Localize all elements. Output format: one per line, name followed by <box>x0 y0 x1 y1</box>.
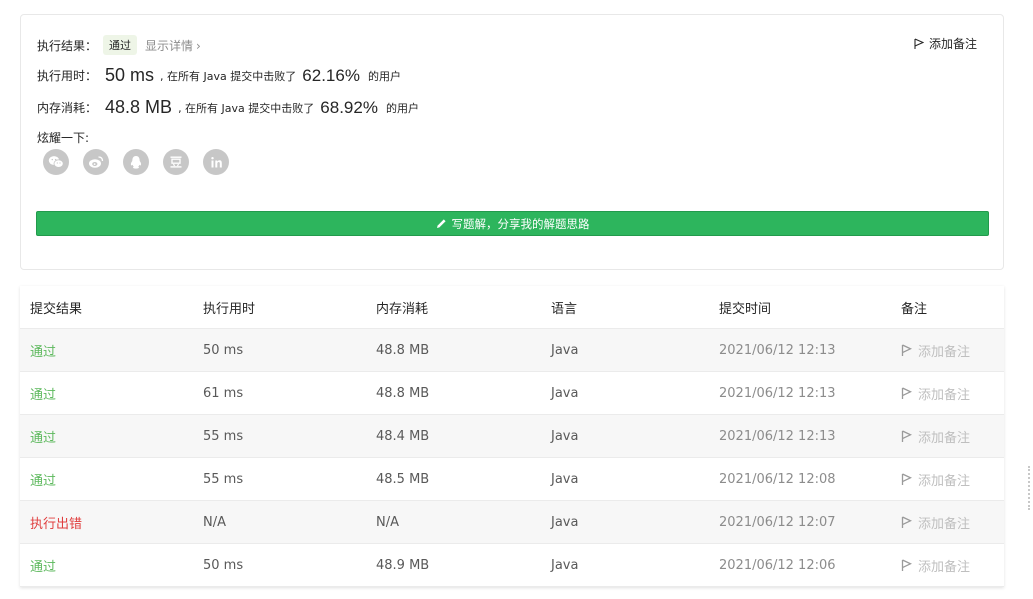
row-add-note-button[interactable]: 添加备注 <box>901 470 1004 489</box>
table-row: 通过 61 ms 48.8 MB Java 2021/06/12 12:13 添加备注 <box>20 372 1004 415</box>
linkedin-icon[interactable] <box>203 149 229 175</box>
row-runtime: 55 ms <box>203 428 244 444</box>
header-submit-time: 提交时间 <box>719 301 772 317</box>
runtime-row: 执行用时： 50 ms , 在所有 Java 提交中击败了 62.16% 的用户 <box>37 65 401 86</box>
row-language: Java <box>551 471 579 487</box>
show-details-link[interactable]: 显示详情 › <box>145 37 201 54</box>
table-row: 通过 55 ms 48.4 MB Java 2021/06/12 12:13 添加备注 <box>20 415 1004 458</box>
row-runtime: N/A <box>203 514 226 530</box>
row-runtime: 50 ms <box>203 557 244 573</box>
row-add-note-button[interactable]: 添加备注 <box>901 384 1004 403</box>
row-submit-time: 2021/06/12 12:13 <box>719 342 836 358</box>
row-status-link[interactable]: 通过 <box>20 470 193 489</box>
result-status-label: 执行结果： <box>37 38 98 53</box>
row-memory: 48.5 MB <box>376 471 430 487</box>
qq-icon[interactable] <box>123 149 149 175</box>
share-label-row: 炫耀一下: <box>37 129 89 146</box>
row-add-note-label: 添加备注 <box>918 473 971 489</box>
row-add-note-label: 添加备注 <box>918 559 971 575</box>
write-solution-button[interactable]: 写题解，分享我的解题思路 <box>36 211 989 236</box>
table-body: 通过 50 ms 48.8 MB Java 2021/06/12 12:13 添加备注 通过… <box>20 329 1004 587</box>
show-details-label: 显示详情 <box>145 38 194 53</box>
result-status-badge: 通过 <box>103 35 138 55</box>
row-language: Java <box>551 428 579 444</box>
row-memory: 48.9 MB <box>376 557 430 573</box>
row-status-link[interactable]: 通过 <box>20 384 193 403</box>
row-add-note-button[interactable]: 添加备注 <box>901 341 1004 360</box>
row-add-note-label: 添加备注 <box>918 344 971 360</box>
wechat-icon[interactable] <box>43 149 69 175</box>
weibo-icon[interactable] <box>83 149 109 175</box>
row-memory: 48.4 MB <box>376 428 430 444</box>
row-runtime: 55 ms <box>203 471 244 487</box>
runtime-value: 50 ms <box>105 65 155 85</box>
share-label: 炫耀一下: <box>37 131 90 145</box>
row-status-link[interactable]: 执行出错 <box>20 513 193 532</box>
row-runtime: 61 ms <box>203 385 244 401</box>
result-status-row: 执行结果： 通过 显示详情 › <box>37 35 201 55</box>
memory-beat-text: , 在所有 Java 提交中击败了 <box>178 101 315 115</box>
flag-icon <box>901 558 912 571</box>
pencil-icon <box>436 219 446 228</box>
add-note-label: 添加备注 <box>928 37 977 51</box>
flag-icon <box>901 472 912 485</box>
header-runtime: 执行用时 <box>203 301 256 317</box>
submission-result-card: 执行结果： 通过 显示详情 › 添加备注 执行用时： 50 ms , 在所有 Ja… <box>20 14 1004 270</box>
resize-handle[interactable] <box>1028 466 1031 510</box>
memory-suffix: 的用户 <box>385 101 419 115</box>
row-add-note-button[interactable]: 添加备注 <box>901 556 1004 575</box>
table-row: 通过 55 ms 48.5 MB Java 2021/06/12 12:08 添加备注 <box>20 458 1004 501</box>
runtime-percent: 62.16% <box>302 65 360 85</box>
flag-icon <box>901 429 912 442</box>
table-header: 提交结果 执行用时 内存消耗 语言 提交时间 备注 <box>20 286 1004 329</box>
header-memory: 内存消耗 <box>376 301 429 317</box>
table-row: 通过 50 ms 48.9 MB Java 2021/06/12 12:06 添加备注 <box>20 544 1004 587</box>
row-memory: 48.8 MB <box>376 385 430 401</box>
row-submit-time: 2021/06/12 12:07 <box>719 514 836 530</box>
memory-percent: 68.92% <box>320 97 378 117</box>
row-submit-time: 2021/06/12 12:06 <box>719 557 836 573</box>
flag-icon <box>901 343 912 356</box>
write-solution-label: 写题解，分享我的解题思路 <box>451 216 590 231</box>
header-note: 备注 <box>901 301 928 317</box>
flag-icon <box>901 386 912 399</box>
row-memory: N/A <box>376 514 399 530</box>
submissions-table: 提交结果 执行用时 内存消耗 语言 提交时间 备注 通过 50 ms 48.8 MB… <box>20 286 1004 587</box>
share-icons <box>43 149 229 175</box>
row-add-note-button[interactable]: 添加备注 <box>901 513 1004 532</box>
runtime-label: 执行用时： <box>37 69 98 83</box>
add-note-button[interactable]: 添加备注 <box>914 35 977 52</box>
row-language: Java <box>551 514 579 530</box>
douban-icon[interactable] <box>163 149 189 175</box>
row-language: Java <box>551 342 579 358</box>
row-submit-time: 2021/06/12 12:08 <box>719 471 836 487</box>
row-memory: 48.8 MB <box>376 342 430 358</box>
flag-icon <box>901 515 912 528</box>
chevron-right-icon: › <box>196 38 201 53</box>
header-result: 提交结果 <box>30 301 83 317</box>
row-submit-time: 2021/06/12 12:13 <box>719 428 836 444</box>
row-language: Java <box>551 557 579 573</box>
row-language: Java <box>551 385 579 401</box>
row-add-note-label: 添加备注 <box>918 430 971 446</box>
memory-label: 内存消耗： <box>37 101 98 115</box>
row-add-note-label: 添加备注 <box>918 387 971 403</box>
table-row: 通过 50 ms 48.8 MB Java 2021/06/12 12:13 添加备注 <box>20 329 1004 372</box>
flag-icon <box>914 37 924 49</box>
row-submit-time: 2021/06/12 12:13 <box>719 385 836 401</box>
row-status-link[interactable]: 通过 <box>20 427 193 446</box>
runtime-suffix: 的用户 <box>367 69 401 83</box>
row-add-note-button[interactable]: 添加备注 <box>901 427 1004 446</box>
header-language: 语言 <box>551 301 578 317</box>
row-runtime: 50 ms <box>203 342 244 358</box>
runtime-beat-text: , 在所有 Java 提交中击败了 <box>160 69 297 83</box>
row-add-note-label: 添加备注 <box>918 516 971 532</box>
memory-row: 内存消耗： 48.8 MB , 在所有 Java 提交中击败了 68.92% 的… <box>37 97 419 118</box>
table-row: 执行出错 N/A N/A Java 2021/06/12 12:07 添加备注 <box>20 501 1004 544</box>
row-status-link[interactable]: 通过 <box>20 341 193 360</box>
row-status-link[interactable]: 通过 <box>20 556 193 575</box>
memory-value: 48.8 MB <box>105 97 173 117</box>
